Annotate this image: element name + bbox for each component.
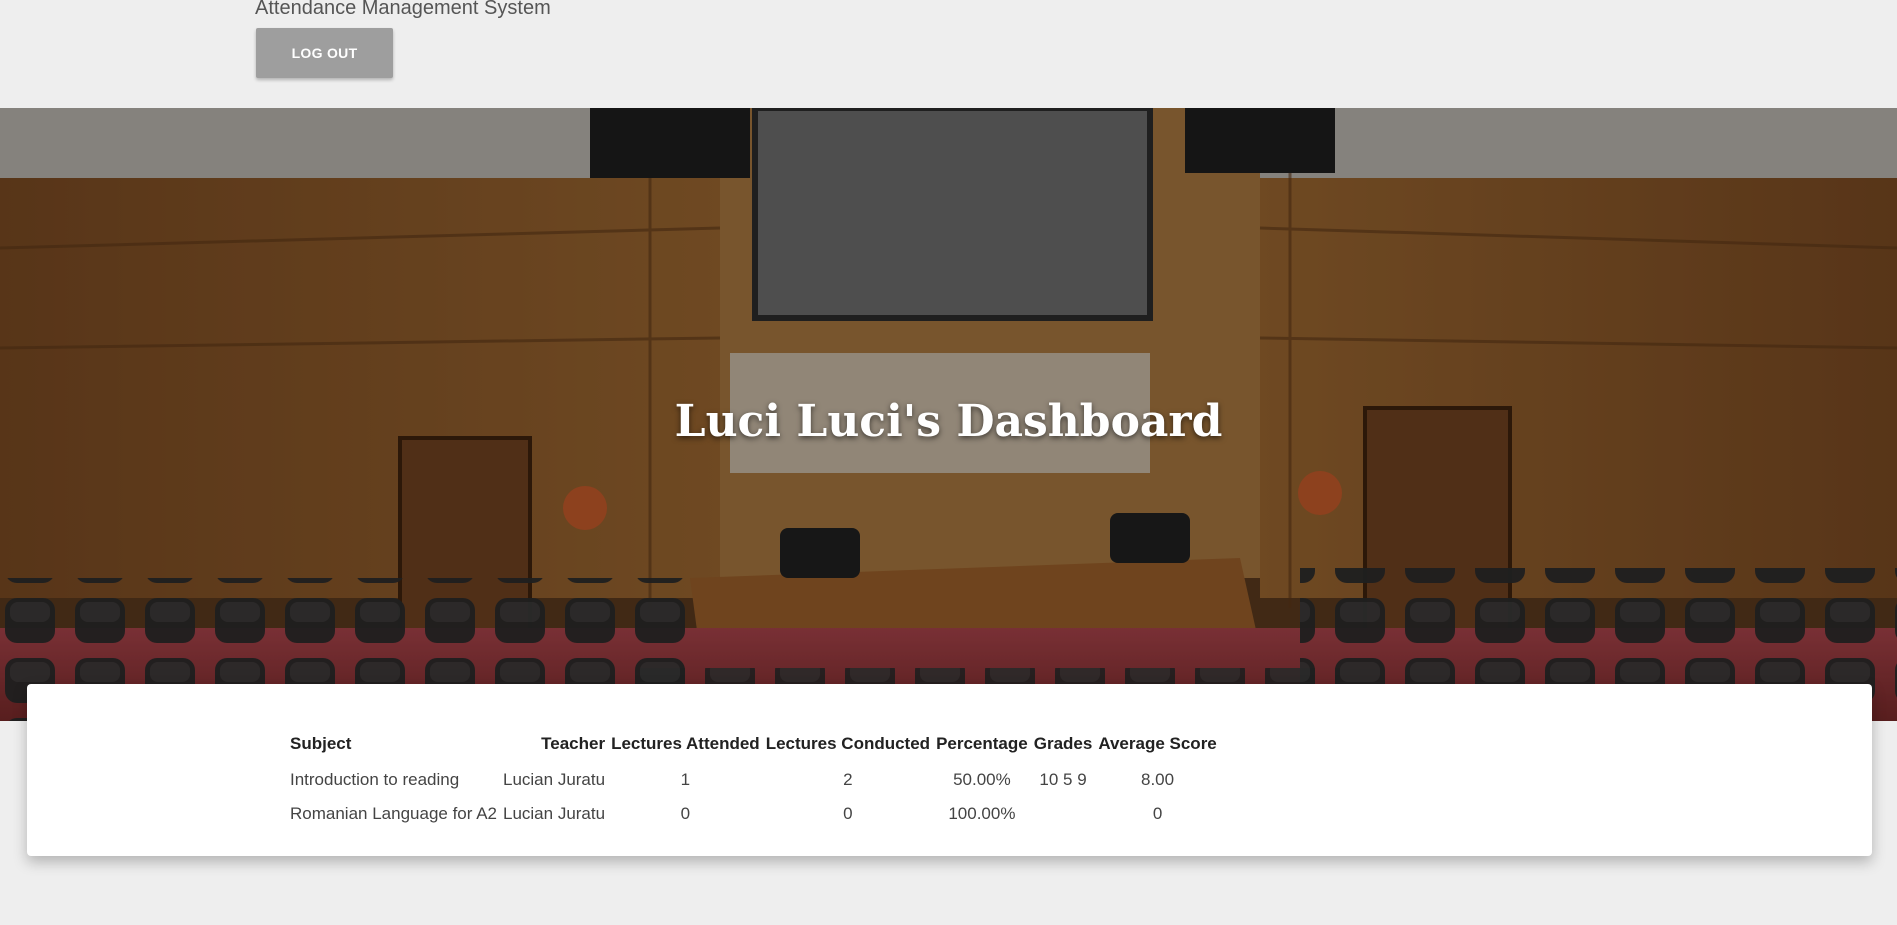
- column-header-percentage: Percentage: [936, 734, 1028, 753]
- table-row: Romanian Language for A2 Lucian Juratu 0…: [287, 798, 1220, 832]
- app-title: Attendance Management System: [255, 0, 551, 19]
- column-header-grades: Grades: [1033, 734, 1093, 753]
- top-bar: Attendance Management System LOG OUT: [0, 0, 1897, 108]
- column-header-lectures-attended: Lectures Attended: [611, 734, 760, 753]
- table-row: Introduction to reading Lucian Juratu 1 …: [287, 764, 1220, 798]
- attendance-table: Subject Teacher Lectures Attended Lectur…: [287, 734, 1220, 832]
- column-header-teacher: Teacher: [541, 734, 606, 753]
- hero-banner: Luci Luci's Dashboard: [0, 108, 1897, 721]
- lectures-conducted-cell: 0: [843, 804, 853, 823]
- logout-button[interactable]: LOG OUT: [256, 28, 393, 78]
- attendance-card: Subject Teacher Lectures Attended Lectur…: [27, 684, 1872, 856]
- percentage-cell: 100.00%: [948, 804, 1016, 823]
- dashboard-title: Luci Luci's Dashboard: [674, 396, 1223, 447]
- grades-cell: 10 5 9: [1039, 770, 1087, 789]
- lectures-attended-cell: 1: [680, 770, 691, 789]
- column-header-lectures-conducted: Lectures Conducted: [765, 734, 931, 753]
- lectures-conducted-cell: 2: [843, 770, 853, 789]
- percentage-cell: 50.00%: [953, 770, 1011, 789]
- subject-cell: Introduction to reading: [290, 770, 460, 789]
- lectures-attended-cell: 0: [680, 804, 691, 823]
- table-header-row: Subject Teacher Lectures Attended Lectur…: [287, 734, 1220, 764]
- average-score-cell: 0: [1152, 804, 1163, 823]
- teacher-cell: Lucian Juratu: [503, 804, 606, 823]
- column-header-average-score: Average Score: [1098, 734, 1217, 753]
- subject-cell: Romanian Language for A2: [290, 804, 497, 823]
- column-header-subject: Subject: [290, 734, 352, 753]
- teacher-cell: Lucian Juratu: [503, 770, 606, 789]
- average-score-cell: 8.00: [1141, 770, 1175, 789]
- grades-cell: [1031, 798, 1096, 832]
